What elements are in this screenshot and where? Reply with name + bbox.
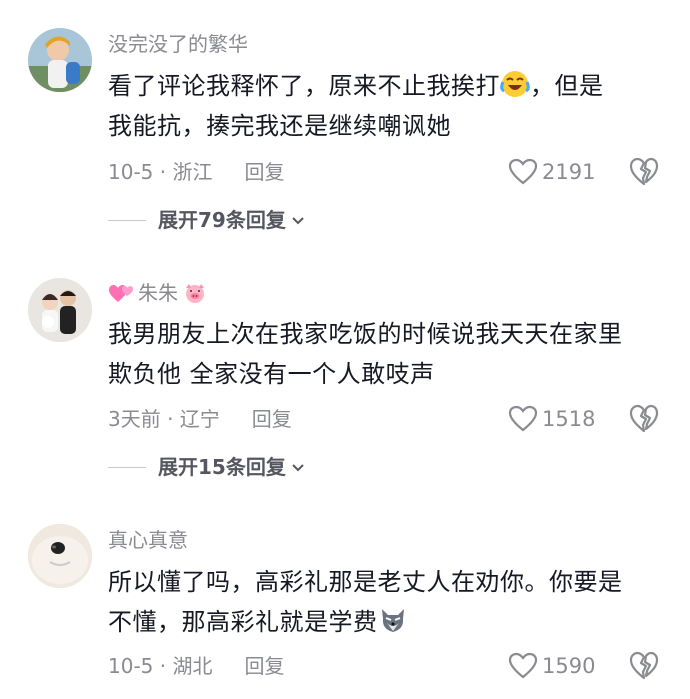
heart-icon [508, 405, 538, 432]
expand-label: 展开15条回复 [158, 455, 286, 479]
like-button[interactable]: 1590 [508, 652, 595, 680]
avatar[interactable] [28, 278, 92, 342]
username-text: 真心真意 [108, 528, 188, 552]
like-count: 1518 [542, 407, 596, 431]
comment-line: 欺负他 全家没有一个人敢吱声 [108, 360, 435, 388]
avatar[interactable] [28, 28, 92, 92]
comment-line: 所以懂了吗，高彩礼那是老丈人在劝你。你要是 [108, 568, 623, 596]
date-location: 10-5 · 湖北 [108, 654, 213, 678]
broken-heart-icon [629, 404, 659, 433]
comment-text: 我男朋友上次在我家吃饭的时候说我天天在家里 欺负他 全家没有一个人敢吱声 [108, 314, 668, 394]
reply-button[interactable]: 回复 [244, 652, 284, 680]
username-text: 没完没了的繁华 [108, 32, 248, 56]
hearts-icon [109, 285, 133, 302]
heart-icon [508, 158, 538, 185]
wolf-face-emoji-icon [381, 609, 404, 632]
date-location: 10-5 · 浙江 [108, 160, 213, 184]
heart-icon [508, 652, 538, 679]
avatar[interactable] [28, 524, 92, 588]
chevron-down-icon [292, 217, 304, 225]
like-count: 2191 [542, 160, 596, 184]
comment-text: 所以懂了吗，高彩礼那是老丈人在劝你。你要是 不懂，那高彩礼就是学费 [108, 562, 668, 642]
comment-line: 看了评论我释怀了，原来不止我挨打 [108, 72, 500, 100]
username[interactable]: 真心真意 [108, 528, 188, 552]
username[interactable]: 朱朱 [108, 281, 208, 305]
like-button[interactable]: 1518 [508, 405, 595, 433]
date-location: 3天前 · 辽宁 [108, 407, 220, 431]
expand-label: 展开79条回复 [158, 208, 286, 232]
like-button[interactable]: 2191 [508, 158, 595, 186]
comment-line: 我男朋友上次在我家吃饭的时候说我天天在家里 [108, 320, 623, 348]
comment-meta: 10-5 · 浙江 回复 [108, 158, 284, 186]
expand-replies-button[interactable]: 展开15条回复 [108, 453, 306, 481]
comment-line-tail: ，但是 [530, 72, 604, 100]
like-count: 1590 [542, 654, 596, 678]
comment-line: 不懂，那高彩礼就是学费 [108, 608, 378, 636]
divider-dash [108, 466, 146, 468]
dislike-button[interactable] [628, 650, 660, 682]
username[interactable]: 没完没了的繁华 [108, 32, 248, 56]
crying-laughing-emoji-icon [500, 71, 530, 97]
dislike-button[interactable] [628, 156, 660, 188]
username-text: 朱朱 [138, 281, 178, 305]
comment-line: 我能抗，揍完我还是继续嘲讽她 [108, 112, 451, 140]
dislike-button[interactable] [628, 403, 660, 435]
pig-face-icon [186, 284, 204, 303]
chevron-down-icon [292, 464, 304, 472]
comment-meta: 10-5 · 湖北 回复 [108, 652, 284, 680]
broken-heart-icon [629, 651, 659, 680]
reply-button[interactable]: 回复 [252, 405, 292, 433]
broken-heart-icon [629, 157, 659, 186]
expand-replies-button[interactable]: 展开79条回复 [108, 206, 306, 234]
comment-meta: 3天前 · 辽宁 回复 [108, 405, 292, 433]
reply-button[interactable]: 回复 [244, 158, 284, 186]
divider-dash [108, 219, 146, 221]
comment-text: 看了评论我释怀了，原来不止我挨打 ，但是 我能抗，揍完我还是继续嘲讽她 [108, 66, 668, 146]
